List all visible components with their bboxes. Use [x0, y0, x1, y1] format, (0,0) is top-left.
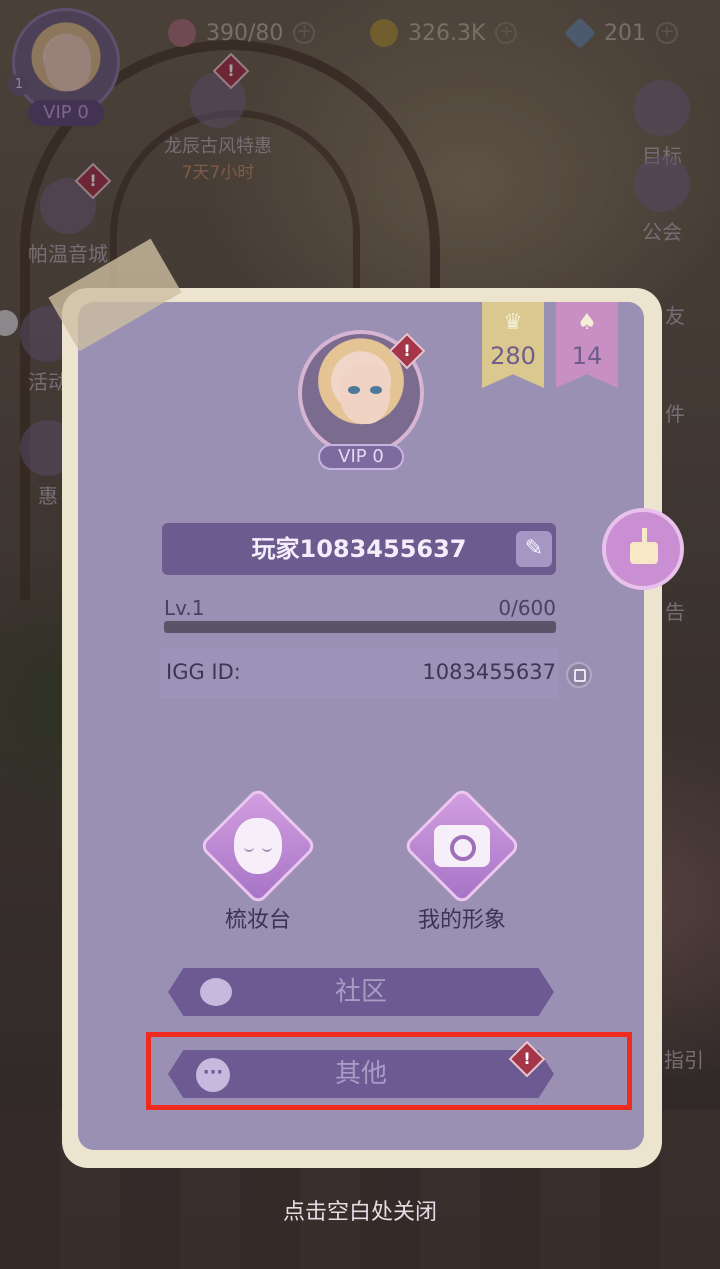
face-icon [234, 818, 282, 874]
birthday-cake-button[interactable] [602, 508, 684, 590]
crown-icon: ♛ [503, 310, 523, 335]
close-hint[interactable]: 点击空白处关闭 [0, 1194, 720, 1226]
my-look-button[interactable]: 我的形象 [402, 786, 522, 934]
my-look-label: 我的形象 [417, 908, 506, 933]
outfit-icon: ♠ [577, 310, 597, 335]
igg-id-value: 1083455637 [422, 660, 556, 684]
dressing-table-button[interactable]: 梳妆台 [198, 786, 318, 934]
community-label: 社区 [334, 977, 387, 1007]
camera-icon [434, 825, 490, 867]
vip-badge[interactable]: VIP 0 [318, 444, 404, 470]
avatar-eye [370, 386, 382, 394]
cake-icon [630, 542, 658, 564]
copy-id-button[interactable] [566, 662, 592, 688]
level-label: Lv.1 [164, 596, 205, 620]
avatar-face [340, 362, 390, 424]
xp-progress-bar [164, 621, 556, 633]
crown-count: 280 [490, 342, 536, 370]
igg-id-label: IGG ID: [166, 660, 241, 684]
avatar-eye [348, 386, 360, 394]
xp-text: 0/600 [498, 596, 556, 620]
my-look-diamond [402, 786, 522, 906]
community-button[interactable]: 社区 [168, 968, 554, 1016]
copy-icon [574, 669, 586, 682]
dressing-table-diamond [198, 786, 318, 906]
edit-name-button[interactable]: ✎ [516, 531, 552, 567]
outfit-count: 14 [571, 342, 603, 370]
player-name: 玩家1083455637 [162, 523, 556, 575]
dressing-table-label: 梳妆台 [224, 908, 291, 933]
pencil-icon: ✎ [524, 536, 544, 561]
highlight-box [146, 1032, 632, 1110]
